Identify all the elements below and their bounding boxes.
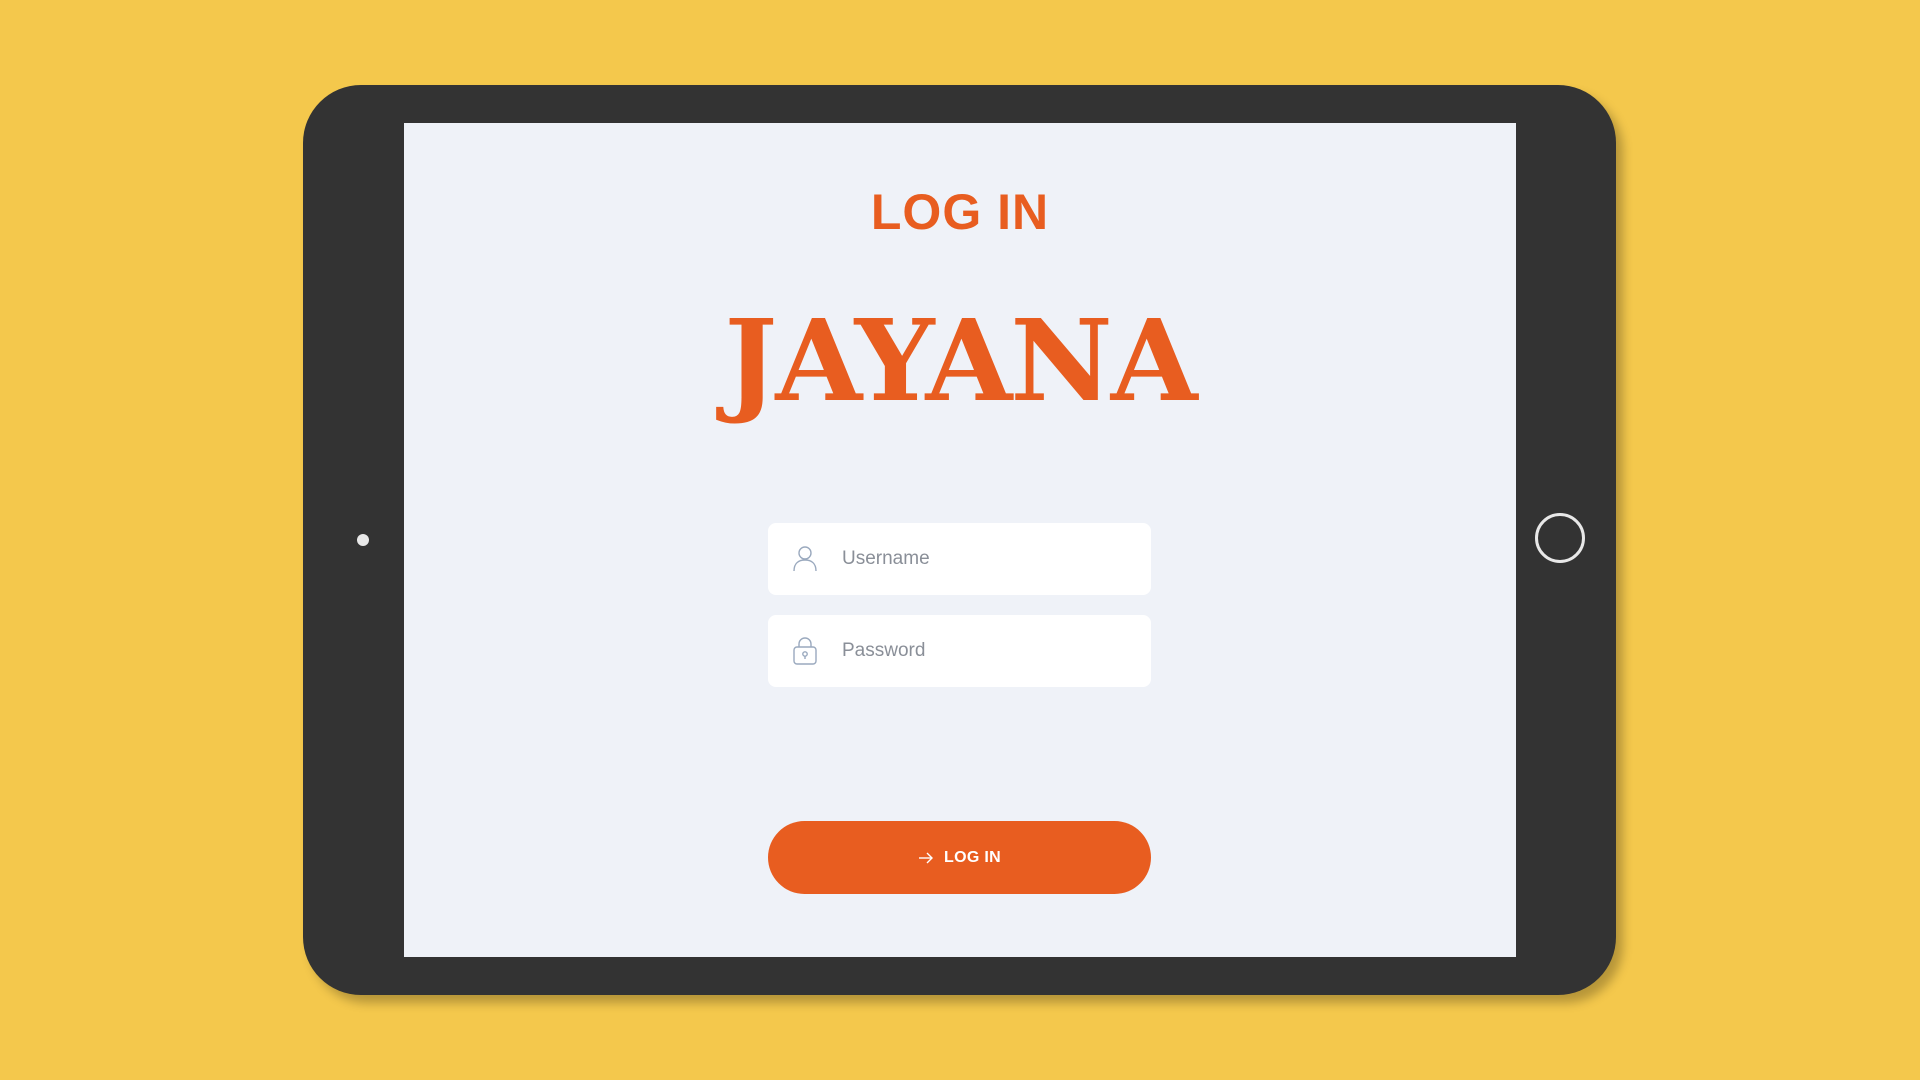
page-title: LOG IN [870, 184, 1050, 240]
brand-logo: JAYANA [724, 296, 1197, 427]
password-field[interactable] [768, 615, 1151, 687]
login-screen: LOG IN JAYANA Username LOG IN [404, 123, 1516, 957]
camera-dot [357, 534, 369, 546]
username-field[interactable] [768, 523, 1151, 595]
home-button[interactable] [1535, 513, 1585, 563]
login-button[interactable]: LOG IN [768, 821, 1151, 894]
tablet-device: LOG IN JAYANA Username LOG IN [303, 85, 1616, 995]
arrow-right-icon [918, 849, 936, 867]
lock-icon [790, 636, 820, 666]
login-button-label: LOG IN [944, 848, 1001, 866]
username-input[interactable] [840, 538, 1134, 580]
user-icon [790, 544, 820, 574]
password-input[interactable] [840, 630, 1134, 672]
